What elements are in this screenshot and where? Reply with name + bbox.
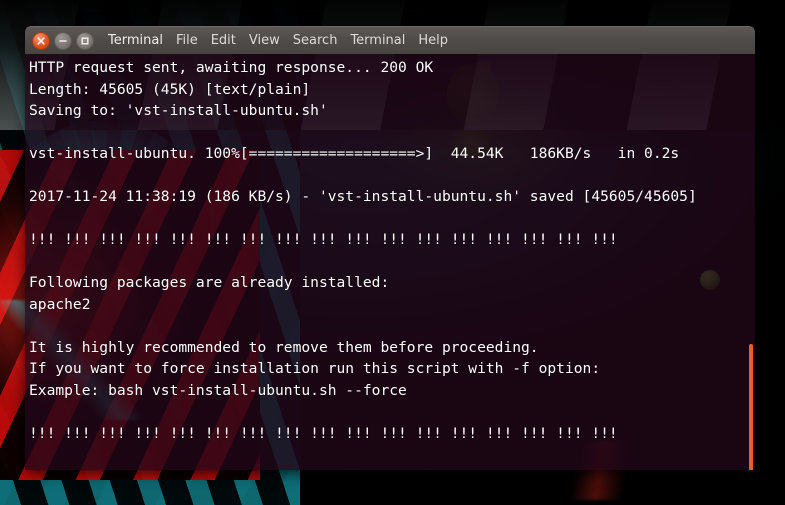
- menu-item-edit[interactable]: Edit: [211, 33, 236, 48]
- menu-item-file[interactable]: File: [176, 33, 198, 48]
- terminal-line: It is highly recommended to remove them …: [29, 338, 539, 356]
- terminal-line: HTTP request sent, awaiting response... …: [29, 59, 434, 76]
- terminal-line: Error: Control Panel should be installed…: [29, 466, 755, 471]
- minimize-icon[interactable]: [54, 31, 72, 50]
- close-icon[interactable]: [32, 31, 50, 50]
- terminal-line: Length: 45605 (45K) [text/plain]: [29, 80, 311, 98]
- menu-item-terminal[interactable]: Terminal: [350, 33, 405, 48]
- terminal-line: 2017-11-24 11:38:19 (186 KB/s) - 'vst-in…: [29, 188, 697, 205]
- terminal-output[interactable]: HTTP request sent, awaiting response... …: [29, 57, 755, 470]
- menu-item-search[interactable]: Search: [293, 33, 338, 48]
- menu-item-view[interactable]: View: [249, 33, 280, 48]
- menubar[interactable]: Terminal File Edit View Search Terminal …: [108, 33, 448, 48]
- terminal-line: vst-install-ubuntu. 100%[===============…: [29, 145, 680, 162]
- terminal-scrollbar[interactable]: [745, 54, 755, 470]
- terminal-window[interactable]: Terminal File Edit View Search Terminal …: [25, 26, 755, 470]
- menu-item-help[interactable]: Help: [418, 33, 448, 48]
- terminal-line: If you want to force installation run th…: [29, 360, 601, 377]
- maximize-icon[interactable]: [76, 31, 94, 50]
- terminal-line: !!! !!! !!! !!! !!! !!! !!! !!! !!! !!! …: [29, 231, 618, 248]
- terminal-line: Saving to: 'vst-install-ubuntu.sh': [29, 102, 328, 119]
- window-title: Terminal: [108, 33, 163, 48]
- terminal-body[interactable]: HTTP request sent, awaiting response... …: [25, 54, 755, 470]
- terminal-line: Example: bash vst-install-ubuntu.sh --fo…: [29, 381, 407, 399]
- terminal-line: Following packages are already installed…: [29, 274, 390, 291]
- terminal-line: !!! !!! !!! !!! !!! !!! !!! !!! !!! !!! …: [29, 424, 618, 442]
- window-titlebar[interactable]: Terminal File Edit View Search Terminal …: [25, 26, 755, 54]
- terminal-scrollbar-thumb[interactable]: [749, 344, 753, 470]
- terminal-line: apache2: [29, 295, 91, 313]
